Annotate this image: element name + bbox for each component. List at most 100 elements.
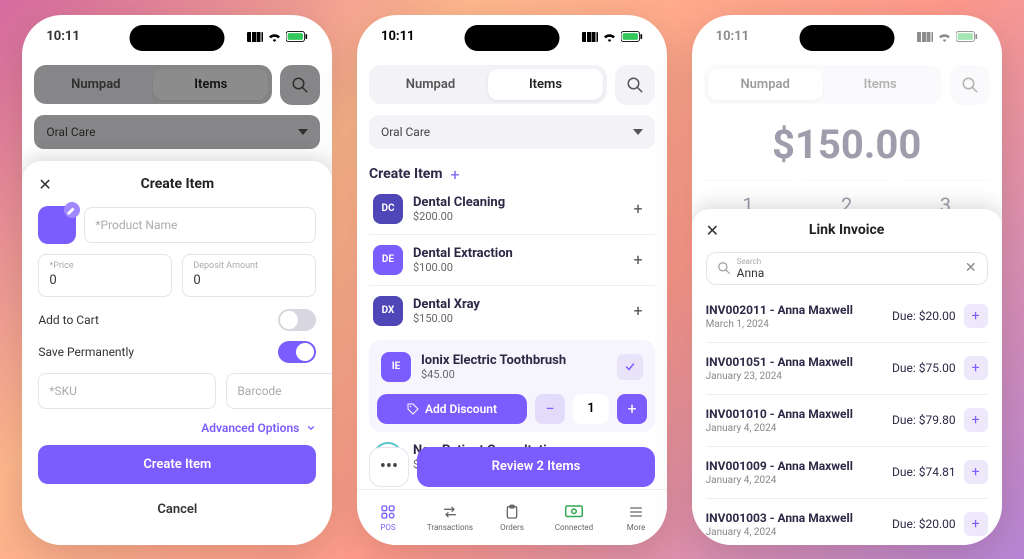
invoice-due: Due: $20.00 <box>892 309 956 323</box>
tab-orders[interactable]: Orders <box>481 490 543 545</box>
battery-icon <box>286 31 308 42</box>
signal-icon <box>917 32 933 42</box>
cancel-button[interactable]: Cancel <box>38 492 316 527</box>
status-icons <box>582 31 643 42</box>
invoice-row[interactable]: INV001051 - Anna Maxwell January 23, 202… <box>706 343 988 395</box>
barcode-input[interactable] <box>226 373 332 409</box>
item-name: Dental Xray <box>413 297 615 312</box>
tab-items[interactable]: Items <box>823 69 938 100</box>
qty-plus-button[interactable]: + <box>617 394 647 424</box>
invoice-title: INV001003 - Anna Maxwell <box>706 511 892 525</box>
tab-transactions[interactable]: Transactions <box>419 490 481 545</box>
selected-check[interactable] <box>617 354 643 380</box>
close-icon[interactable]: ✕ <box>38 175 58 194</box>
item-name: Dental Extraction <box>413 246 615 261</box>
deposit-field[interactable]: Deposit Amount 0 <box>182 254 316 297</box>
dynamic-island <box>130 25 225 51</box>
transfer-icon <box>442 503 458 521</box>
link-invoice-button[interactable]: + <box>964 512 988 536</box>
invoice-title: INV002011 - Anna Maxwell <box>706 303 892 317</box>
qty-value: 1 <box>573 394 609 424</box>
item-badge: DE <box>373 245 403 275</box>
clipboard-icon <box>504 503 520 521</box>
tab-more[interactable]: More <box>605 490 667 545</box>
item-price: $45.00 <box>421 368 607 381</box>
add-item-button[interactable]: + <box>625 298 651 324</box>
menu-icon <box>628 503 644 521</box>
signal-icon <box>247 32 263 42</box>
item-row[interactable]: DX Dental Xray $150.00 + <box>369 285 655 336</box>
create-item-header[interactable]: Create Item + <box>369 165 655 184</box>
invoice-date: January 4, 2024 <box>706 527 892 538</box>
invoice-due: Due: $75.00 <box>892 361 956 375</box>
tag-icon <box>407 403 419 415</box>
phone-link-invoice: 10:11 Numpad Items $150.00 123 ✕ <box>692 15 1002 545</box>
invoice-date: January 4, 2024 <box>706 475 892 486</box>
invoice-row[interactable]: INV001003 - Anna Maxwell January 4, 2024… <box>706 499 988 545</box>
invoice-row[interactable]: INV001009 - Anna Maxwell January 4, 2024… <box>706 447 988 499</box>
bottom-tabbar: POS Transactions Orders Connected More <box>357 489 667 545</box>
search-button[interactable] <box>280 65 320 105</box>
item-row[interactable]: DC Dental Cleaning $200.00 + <box>369 184 655 234</box>
tab-connected[interactable]: Connected <box>543 490 605 545</box>
tab-numpad[interactable]: Numpad <box>708 69 823 100</box>
link-invoice-button[interactable]: + <box>964 408 988 432</box>
add-to-cart-toggle[interactable] <box>278 309 316 331</box>
wifi-icon <box>937 31 952 42</box>
item-badge: DC <box>373 194 403 224</box>
chevron-down-icon <box>298 129 308 135</box>
dynamic-island <box>464 25 559 51</box>
invoice-row[interactable]: INV001010 - Anna Maxwell January 4, 2024… <box>706 395 988 447</box>
tab-numpad[interactable]: Numpad <box>38 69 153 100</box>
price-field[interactable]: *Price 0 <box>38 254 172 297</box>
item-name: Dental Cleaning <box>413 195 615 210</box>
grid-icon <box>380 503 396 521</box>
check-icon <box>624 361 636 373</box>
add-to-cart-label: Add to Cart <box>38 313 99 327</box>
product-name-input[interactable] <box>84 207 316 243</box>
save-permanently-label: Save Permanently <box>38 345 134 359</box>
search-button[interactable] <box>615 65 655 105</box>
add-item-button[interactable]: + <box>625 247 651 273</box>
tab-items[interactable]: Items <box>488 69 603 100</box>
invoice-date: January 23, 2024 <box>706 371 892 382</box>
category-select[interactable]: Oral Care <box>369 115 655 149</box>
search-button[interactable] <box>950 65 990 105</box>
item-name: Ionix Electric Toothbrush <box>421 353 607 368</box>
search-icon <box>626 76 644 94</box>
item-price: $100.00 <box>413 261 615 274</box>
add-item-button[interactable]: + <box>625 196 651 222</box>
sheet-title: Create Item <box>58 176 296 192</box>
product-image-picker[interactable] <box>38 206 76 244</box>
create-item-button[interactable]: Create Item <box>38 445 316 484</box>
sku-input[interactable] <box>38 373 216 409</box>
search-icon <box>291 76 309 94</box>
invoice-title: INV001009 - Anna Maxwell <box>706 459 892 473</box>
link-invoice-button[interactable]: + <box>964 304 988 328</box>
search-field[interactable]: Search Anna ✕ <box>706 252 988 285</box>
tab-items[interactable]: Items <box>153 69 268 100</box>
qty-minus-button[interactable]: − <box>535 394 565 424</box>
status-icons <box>247 31 308 42</box>
invoice-due: Due: $74.81 <box>892 465 956 479</box>
category-select[interactable]: Oral Care <box>34 115 320 149</box>
more-options-button[interactable]: ••• <box>369 447 409 487</box>
selected-item-block: IE Ionix Electric Toothbrush $45.00 Add … <box>369 340 655 432</box>
link-invoice-button[interactable]: + <box>964 356 988 380</box>
link-invoice-sheet: ✕ Link Invoice Search Anna ✕ INV002011 -… <box>692 209 1002 545</box>
tab-pos[interactable]: POS <box>357 490 419 545</box>
clear-search-button[interactable]: ✕ <box>965 260 977 276</box>
save-permanently-toggle[interactable] <box>278 341 316 363</box>
tab-numpad[interactable]: Numpad <box>373 69 488 100</box>
advanced-options-link[interactable]: Advanced Options <box>38 421 316 435</box>
item-row[interactable]: DE Dental Extraction $100.00 + <box>369 234 655 285</box>
review-items-button[interactable]: Review 2 Items <box>417 447 655 487</box>
invoice-row[interactable]: INV002011 - Anna Maxwell March 1, 2024 D… <box>706 291 988 343</box>
close-icon[interactable]: ✕ <box>706 221 726 240</box>
item-badge: IE <box>381 352 411 382</box>
link-invoice-button[interactable]: + <box>964 460 988 484</box>
phone-items-list: 10:11 Numpad Items Oral Care Create Item… <box>357 15 667 545</box>
item-price: $150.00 <box>413 312 615 325</box>
status-time: 10:11 <box>716 29 750 44</box>
add-discount-button[interactable]: Add Discount <box>377 394 527 424</box>
